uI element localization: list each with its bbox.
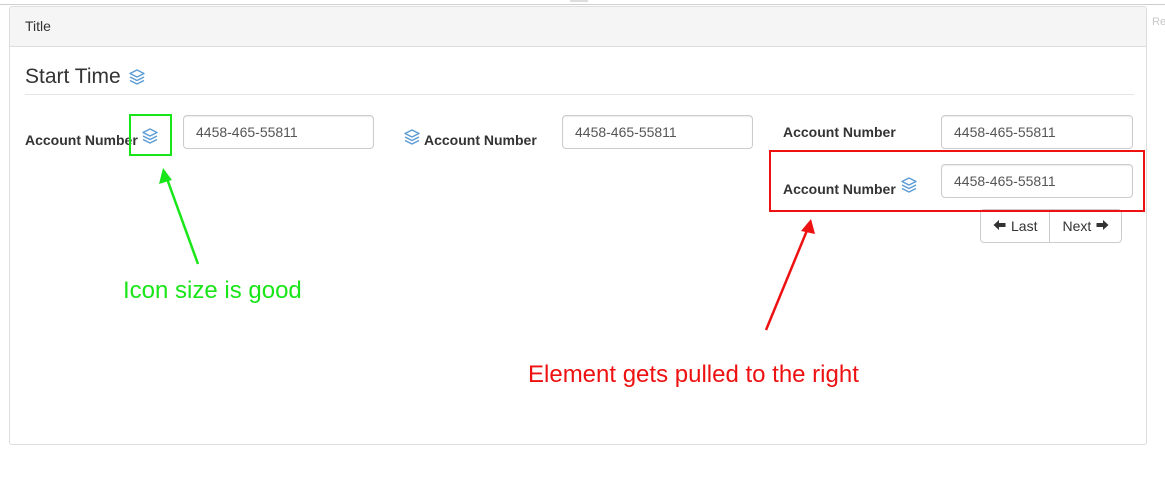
annotation-green-highlight [129,114,172,156]
next-button-label: Next [1062,218,1092,234]
section-title: Start Time [25,65,121,88]
annotation-green-note: Icon size is good [123,277,302,304]
arrow-right-icon [1096,218,1109,234]
last-button-label: Last [1011,218,1038,234]
account-number-input[interactable] [941,115,1133,149]
panel-heading: Title [10,7,1146,47]
account-number-label: Account Number [25,132,138,148]
arrow-left-icon [993,218,1006,234]
account-number-input[interactable] [183,115,374,149]
annotation-red-highlight [769,150,1145,212]
next-button[interactable]: Next [1049,209,1123,243]
panel-title: Title [25,18,51,34]
stack-layers-icon[interactable] [403,128,421,146]
account-number-label: Account Number [424,132,537,148]
section-divider [25,94,1134,95]
annotation-red-note: Element gets pulled to the right [528,361,859,388]
last-button[interactable]: Last [980,209,1051,243]
clipped-edge-text: Re [1152,16,1165,28]
stack-layers-icon[interactable] [128,68,146,86]
account-number-label: Account Number [783,124,896,140]
top-divider [0,4,1165,5]
pager: Last Next [980,209,1123,243]
window-drag-handle [570,0,588,2]
account-number-input[interactable] [562,115,753,149]
